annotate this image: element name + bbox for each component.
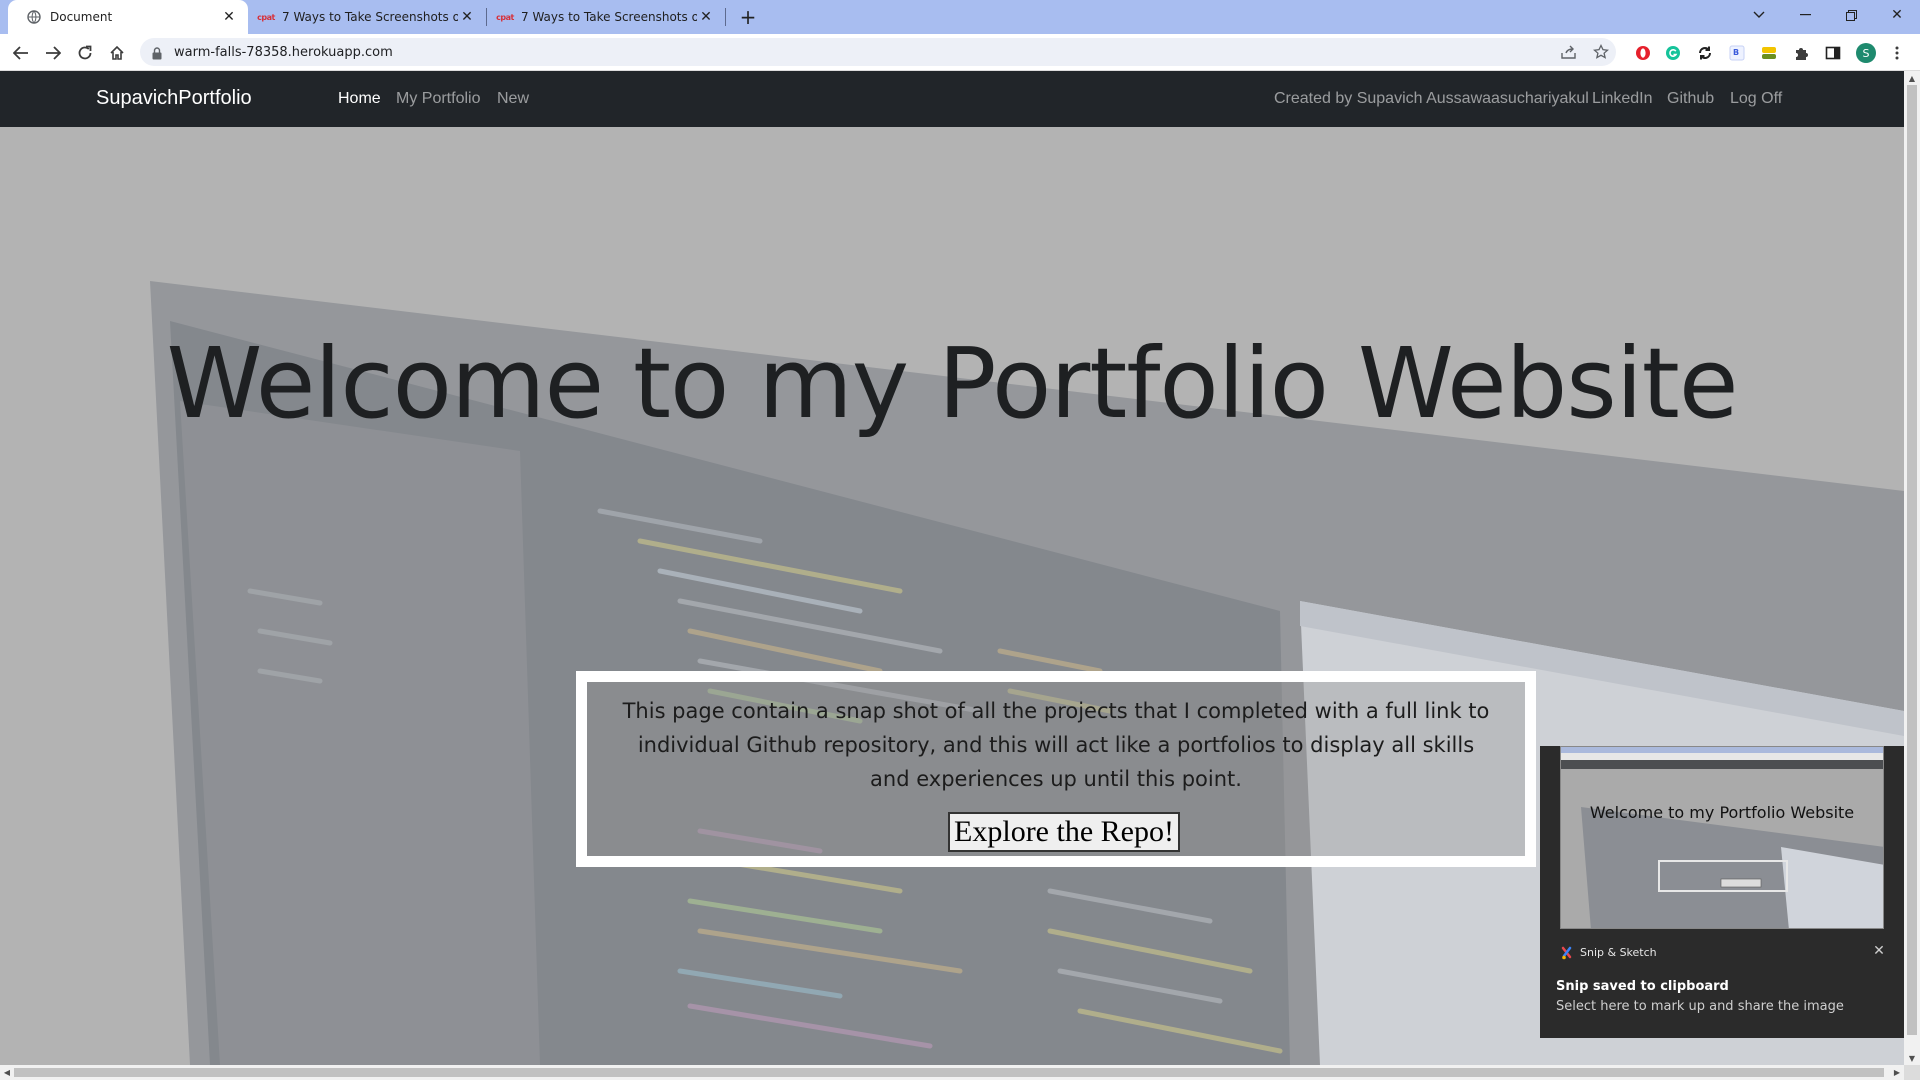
- browser-toolbar: warm-falls-78358.herokuapp.com B S: [0, 34, 1920, 71]
- close-window-button[interactable]: ✕: [1874, 0, 1920, 30]
- nav-link-new[interactable]: New: [497, 90, 529, 108]
- profile-initial: S: [1862, 46, 1870, 60]
- forward-button[interactable]: [40, 40, 66, 66]
- share-icon[interactable]: [1560, 43, 1578, 61]
- vertical-scrollbar[interactable]: ▲ ▼: [1904, 71, 1920, 1065]
- snip-preview-thumbnail[interactable]: Welcome to my Portfolio Website: [1560, 746, 1884, 929]
- close-tab-icon[interactable]: ✕: [220, 8, 238, 26]
- back-button[interactable]: [8, 40, 34, 66]
- tab-search-icon[interactable]: [1736, 0, 1782, 30]
- scroll-down-arrow-icon[interactable]: ▼: [1904, 1051, 1920, 1065]
- scrollbar-corner: [1904, 1065, 1920, 1080]
- cpat-favicon-icon: cpat: [257, 12, 275, 22]
- browser-tab-screenshots-1[interactable]: cpat 7 Ways to Take Screenshots on W ✕: [248, 0, 486, 34]
- tab-title: 7 Ways to Take Screenshots on W: [521, 10, 697, 24]
- nav-link-github[interactable]: Github: [1667, 90, 1714, 108]
- nav-link-log-off[interactable]: Log Off: [1730, 90, 1782, 108]
- toast-app-name: Snip & Sketch: [1580, 946, 1657, 959]
- lock-icon[interactable]: [152, 45, 162, 64]
- intro-box: This page contain a snap shot of all the…: [576, 671, 1536, 867]
- snip-sketch-notification[interactable]: Welcome to my Portfolio Website Snip & S…: [1540, 746, 1904, 1038]
- new-tab-button[interactable]: +: [736, 5, 760, 29]
- nav-created-by[interactable]: Created by Supavich Aussawaasuchariyakul: [1274, 90, 1589, 108]
- grammarly-extension-icon[interactable]: [1664, 44, 1682, 62]
- toast-heading: Snip saved to clipboard: [1556, 979, 1729, 994]
- toast-body: Select here to mark up and share the ima…: [1556, 999, 1844, 1014]
- vertical-scroll-thumb[interactable]: [1907, 85, 1917, 1035]
- explore-repo-button[interactable]: Explore the Repo!: [948, 812, 1180, 852]
- reload-button[interactable]: [72, 40, 98, 66]
- browser-tab-document[interactable]: Document ✕: [8, 0, 248, 34]
- close-tab-icon[interactable]: ✕: [458, 8, 476, 26]
- horizontal-scroll-thumb[interactable]: [14, 1068, 1884, 1077]
- globe-icon: [26, 9, 42, 25]
- browser-tab-screenshots-2[interactable]: cpat 7 Ways to Take Screenshots on W ✕: [487, 0, 725, 34]
- sync-extension-icon[interactable]: [1696, 44, 1714, 62]
- b-extension-label: B: [1732, 47, 1740, 57]
- intro-text: This page contain a snap shot of all the…: [622, 699, 1490, 791]
- horizontal-scrollbar[interactable]: ◀ ▶: [0, 1065, 1904, 1080]
- nav-link-home[interactable]: Home: [338, 90, 381, 108]
- url-text: warm-falls-78358.herokuapp.com: [174, 45, 393, 60]
- hero-heading: Welcome to my Portfolio Website: [166, 327, 1738, 440]
- close-tab-icon[interactable]: ✕: [697, 8, 715, 26]
- tab-separator: [725, 8, 726, 26]
- tab-title: 7 Ways to Take Screenshots on W: [282, 10, 458, 24]
- scroll-up-arrow-icon[interactable]: ▲: [1904, 71, 1920, 85]
- snip-preview-image: [1561, 747, 1883, 928]
- home-button[interactable]: [104, 40, 130, 66]
- side-panel-icon[interactable]: [1824, 44, 1842, 62]
- extensions-puzzle-icon[interactable]: [1792, 44, 1810, 62]
- minimize-button[interactable]: [1782, 0, 1828, 30]
- browser-tabstrip: Document ✕ cpat 7 Ways to Take Screensho…: [0, 0, 1920, 34]
- site-brand[interactable]: SupavichPortfolio: [96, 87, 252, 110]
- toast-close-icon[interactable]: ✕: [1870, 942, 1888, 960]
- address-bar[interactable]: warm-falls-78358.herokuapp.com: [140, 38, 1616, 66]
- tab-title: Document: [50, 10, 113, 24]
- nav-link-my-portfolio[interactable]: My Portfolio: [396, 90, 480, 108]
- snip-sketch-app-icon: [1560, 945, 1574, 960]
- b-extension-icon[interactable]: B: [1728, 44, 1746, 62]
- site-navbar: SupavichPortfolio Home My Portfolio New …: [0, 71, 1904, 127]
- restore-button[interactable]: [1828, 0, 1874, 30]
- scroll-left-arrow-icon[interactable]: ◀: [0, 1065, 14, 1080]
- scroll-right-arrow-icon[interactable]: ▶: [1890, 1065, 1904, 1080]
- bookmark-star-icon[interactable]: [1592, 43, 1610, 61]
- color-extension-icon[interactable]: [1760, 44, 1778, 62]
- menu-kebab-icon[interactable]: [1888, 44, 1906, 62]
- nav-link-linkedin[interactable]: LinkedIn: [1592, 90, 1653, 108]
- snip-preview-title: Welcome to my Portfolio Website: [1589, 803, 1855, 822]
- profile-avatar[interactable]: S: [1856, 43, 1876, 63]
- opera-extension-icon[interactable]: [1634, 44, 1652, 62]
- cpat-favicon-icon: cpat: [496, 12, 514, 22]
